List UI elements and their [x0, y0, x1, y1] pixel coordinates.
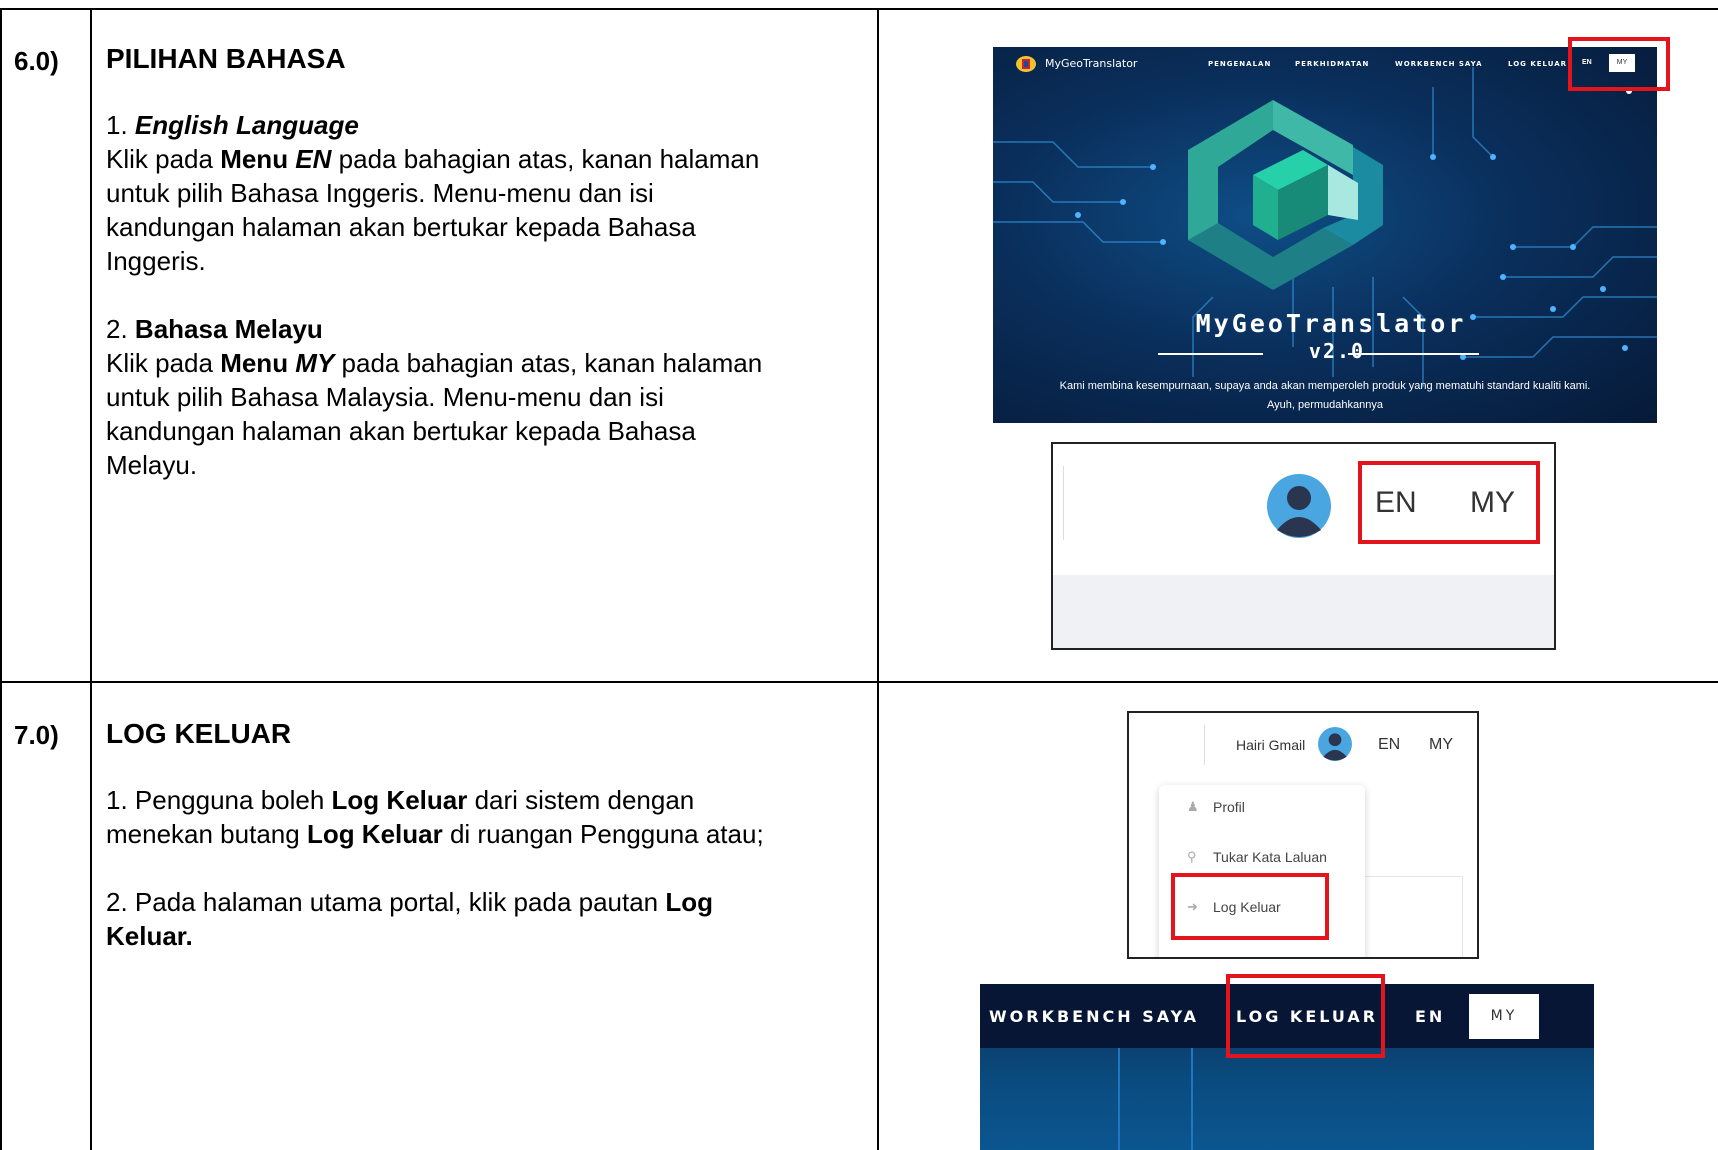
nav-perkhidmatan[interactable]: PERKHIDMATAN — [1295, 60, 1369, 68]
item-text: 1. Pengguna boleh Log Keluar dari sistem… — [106, 785, 695, 815]
section-body: LOG KELUAR 1. Pengguna boleh Log Keluar … — [106, 717, 866, 953]
lang-en-link[interactable]: EN — [1378, 736, 1400, 754]
highlight-log-keluar-nav — [1226, 974, 1385, 1058]
user-avatar-icon[interactable] — [1267, 474, 1331, 538]
item-title: 1. English Language — [106, 110, 359, 140]
hero-tagline-2: Ayuh, permudahkannya — [1267, 399, 1383, 411]
hero-version: v2.0 — [1308, 339, 1366, 363]
hero-tagline: Kami membina kesempurnaan, supaya anda a… — [1059, 380, 1591, 392]
lang-my-link[interactable]: MY — [1469, 994, 1539, 1039]
nav-log-keluar[interactable]: LOG KELUAR — [1508, 60, 1567, 68]
circuit-line — [1118, 1048, 1120, 1150]
malaysia-crest-icon — [1016, 56, 1036, 72]
menu-item-label: Profil — [1213, 799, 1245, 815]
lang-my-link[interactable]: MY — [1429, 736, 1453, 754]
item-text: Inggeris. — [106, 246, 206, 276]
nav-workbench-saya[interactable]: WORKBENCH SAYA — [1395, 60, 1483, 68]
nav-pengenalan[interactable]: PENGENALAN — [1208, 60, 1271, 68]
section-number: 7.0) — [14, 720, 59, 750]
hero-brand[interactable]: MyGeoTranslator — [1045, 57, 1137, 70]
hero-circuit-graphic — [993, 67, 1657, 387]
item-text: Klik pada Menu MY pada bahagian atas, ka… — [106, 348, 763, 378]
table-border-col1 — [90, 8, 92, 1150]
item-text: 2. Pada halaman utama portal, klik pada … — [106, 887, 714, 917]
highlight-lang-switch — [1568, 37, 1670, 91]
item-text: kandungan halaman akan bertukar kepada B… — [106, 416, 696, 446]
item-text: untuk pilih Bahasa Inggeris. Menu-menu d… — [106, 178, 654, 208]
user-icon: ♟ — [1187, 799, 1199, 814]
nav-separator — [1204, 725, 1205, 765]
item-title: 2. Bahasa Melayu — [106, 314, 323, 344]
highlight-lang-zoom — [1358, 461, 1540, 544]
item-text: Keluar. — [106, 921, 193, 951]
item-text: Klik pada Menu EN pada bahagian atas, ka… — [106, 144, 760, 174]
table-border-left — [0, 8, 2, 1150]
nav-workbench-saya[interactable]: WORKBENCH SAYA — [989, 1007, 1199, 1026]
table-border-row — [0, 681, 1718, 683]
table-border-top — [0, 8, 1718, 10]
key-icon: ⚲ — [1187, 849, 1197, 864]
hero-screenshot: MyGeoTranslator PENGENALAN PERKHIDMATAN … — [993, 47, 1657, 423]
user-avatar-icon[interactable] — [1318, 727, 1352, 761]
menu-item-label: Tukar Kata Laluan — [1213, 849, 1327, 865]
nav-separator — [1063, 466, 1064, 540]
user-name[interactable]: Hairi Gmail — [1236, 737, 1305, 753]
circuit-line — [1191, 1048, 1193, 1150]
item-text: kandungan halaman akan bertukar kepada B… — [106, 212, 696, 242]
page-footer-area — [1053, 575, 1554, 648]
section-heading: LOG KELUAR — [106, 718, 292, 749]
item-text: menekan butang Log Keluar di ruangan Pen… — [106, 819, 764, 849]
item-text: Melayu. — [106, 450, 198, 480]
hero-divider-right — [1348, 353, 1479, 355]
section-body: PILIHAN BAHASA 1. English Language Klik … — [106, 42, 866, 482]
menu-item-profil[interactable]: ♟ Profil — [1159, 785, 1365, 835]
hero-title: MyGeoTranslator — [1195, 309, 1467, 338]
item-text: untuk pilih Bahasa Malaysia. Menu-menu d… — [106, 382, 664, 412]
section-number: 6.0) — [14, 46, 59, 76]
lang-en-link[interactable]: EN — [1415, 1007, 1445, 1026]
section-heading: PILIHAN BAHASA — [106, 43, 346, 74]
table-border-col2 — [877, 8, 879, 1150]
highlight-log-keluar-menu — [1171, 873, 1329, 940]
